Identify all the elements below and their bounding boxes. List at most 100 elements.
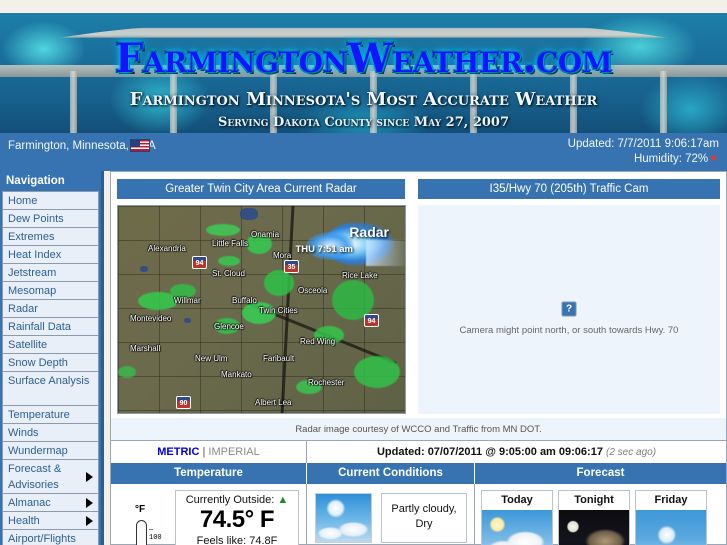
sidebar-item-label: Forecast & Advisories (8, 463, 62, 491)
sidebar-item-label: Satellite (8, 339, 48, 351)
radar-panel-title: Greater Twin City Area Current Radar (117, 179, 405, 199)
sidebar-item-label: Heat Index (8, 249, 62, 261)
top-panels-row: Greater Twin City Area Current Radar Rad… (111, 172, 726, 414)
unit-toggle-row: METRIC | IMPERIAL Updated: 07/07/2011 @ … (111, 440, 726, 463)
highway-shield-icon: 94 (364, 314, 379, 327)
data-updated-ago: (2 sec ago) (606, 447, 657, 458)
current-temperature-box: Currently Outside: ▲ 74.5° F Feels like:… (175, 490, 299, 545)
traffic-cam-body: ? Camera might point north, or south tow… (418, 205, 720, 414)
up-arrow-icon: ▲ (277, 494, 289, 506)
radar-city-label: Mora (273, 251, 292, 260)
radar-city-label: Marshall (130, 344, 161, 353)
sidebar-item-health[interactable]: Health (2, 511, 99, 529)
site-logo[interactable]: FarmingtonWeather.com (0, 35, 727, 82)
imperial-link[interactable]: IMPERIAL (208, 446, 259, 458)
radar-city-label: Alexandria (148, 244, 186, 253)
sidebar-item-label: Mesomap (8, 285, 57, 297)
sidebar-item-winds[interactable]: Winds (2, 423, 99, 441)
forecast-column[interactable]: Today (481, 490, 553, 545)
sidebar-item-label: Wundermap (8, 445, 68, 457)
sidebar-item-jetstream[interactable]: Jetstream (2, 263, 99, 281)
unit-toggle: METRIC | IMPERIAL (111, 441, 307, 463)
sidebar-item-dew-points[interactable]: Dew Points (2, 209, 99, 227)
highway-shield-number: 94 (195, 260, 204, 267)
sidebar-item-wundermap[interactable]: Wundermap (2, 441, 99, 459)
highway-shield-number: 90 (179, 400, 188, 407)
forecast-column[interactable]: Tonight (558, 490, 630, 545)
sidebar-item-label: Jetstream (8, 267, 57, 279)
radar-city-label: Twin Cities (259, 306, 298, 315)
radar-map-image[interactable]: Radar THU 7:51 am Alexandria Little Falls… (117, 205, 406, 414)
mostly-cloudy-icon (482, 510, 552, 545)
forecast-day-label: Today (501, 494, 533, 506)
sidebar-item-rainfall-data[interactable]: Rainfall Data (2, 317, 99, 335)
unit-separator: | (202, 446, 206, 458)
sidebar-item-temperature[interactable]: Temperature (2, 405, 99, 423)
thermometer-tick-100: 100 (149, 534, 162, 542)
humidity-value: Humidity: 72% (633, 153, 709, 165)
thermometer-ticks: — 100 ——— (149, 526, 162, 545)
sidebar-item-surface-analysis[interactable]: Surface Analysis (2, 371, 99, 405)
sidebar-item-airport-flights[interactable]: Airport/Flights (2, 529, 99, 545)
radar-city-label: Buffalo (232, 296, 257, 305)
radar-city-label: Rice Lake (342, 271, 378, 280)
sidebar-item-satellite[interactable]: Satellite (2, 335, 99, 353)
main-content: Greater Twin City Area Current Radar Rad… (110, 171, 727, 545)
forecast-column[interactable]: Friday (635, 490, 707, 545)
sidebar-item-forecast-advisories[interactable]: Forecast & Advisories (2, 459, 99, 493)
chevron-right-icon (86, 497, 93, 508)
feels-like-value: Feels like: 74.8F (196, 535, 278, 545)
radar-overlay-time: THU 7:51 am (295, 244, 353, 255)
sidebar-item-label: Home (8, 195, 38, 207)
broken-image-icon[interactable]: ? (561, 301, 577, 317)
chevron-right-icon (86, 515, 93, 526)
sidebar-item-label: Winds (8, 427, 39, 439)
sidebar-item-label: Airport/Flights (8, 533, 76, 545)
radar-city-label: St. Cloud (212, 269, 245, 278)
us-flag-icon (130, 139, 150, 152)
radar-image-wrap: Radar THU 7:51 am Alexandria Little Falls… (111, 199, 411, 414)
sidebar-item-label: Surface Analysis (8, 375, 90, 387)
top-info-bar: Farmington, Minnesota, USA Updated: 7/7/… (0, 133, 727, 171)
humidity-readout: Humidity: 72%▼ (568, 152, 719, 167)
sidebar-item-label: Temperature (8, 409, 70, 421)
radar-city-label: Faribault (263, 354, 295, 363)
radar-city-label: Little Falls (212, 239, 249, 248)
thermometer-tube (136, 520, 147, 545)
sidebar-item-label: Snow Depth (8, 357, 68, 369)
lake-shape (184, 318, 191, 323)
sidebar-item-radar[interactable]: Radar (2, 299, 99, 317)
forecast-day-label: Friday (654, 494, 688, 506)
temperature-cell: °F — 100 ——— Currently Outside: ▲ 74.5° … (111, 484, 307, 545)
column-header-temperature: Temperature (111, 463, 307, 484)
traffic-cam-note: Camera might point north, or south towar… (459, 325, 679, 336)
update-status-block: Updated: 7/7/2011 9:06:17am Humidity: 72… (568, 137, 719, 167)
site-banner: FarmingtonWeather.com Farmington Minneso… (0, 13, 727, 133)
forecast-columns: Today Tonight Friday (481, 490, 707, 545)
radar-city-label: Red Wing (300, 337, 336, 346)
sidebar-item-almanac[interactable]: Almanac (2, 493, 99, 511)
chevron-right-icon (86, 471, 93, 482)
radar-city-label: Willmar (174, 296, 201, 305)
sidebar-item-mesomap[interactable]: Mesomap (2, 281, 99, 299)
sidebar-item-snow-depth[interactable]: Snow Depth (2, 353, 99, 371)
radar-city-label: Rochester (308, 378, 345, 387)
radar-city-label: Albert Lea (255, 398, 292, 407)
navigation-list: Home Dew Points Extremes Heat Index Jetstrea… (0, 191, 101, 545)
metric-link[interactable]: METRIC (157, 446, 199, 458)
highway-shield-icon: 35 (284, 260, 299, 273)
data-updated-row: Updated: 07/07/2011 @ 9:05:00 am 09:06:1… (307, 441, 726, 463)
forecast-day-label: Tonight (574, 494, 614, 506)
sidebar-item-label: Health (8, 515, 40, 527)
site-serving-since: Serving Dakota County since May 27, 2007 (217, 115, 510, 130)
column-header-forecast: Forecast (475, 463, 726, 484)
highway-shield-number: 94 (367, 318, 376, 325)
traffic-cam-panel: I35/Hwy 70 (205th) Traffic Cam ? Camera … (411, 172, 726, 414)
navigation-sidebar: Navigation Home Dew Points Extremes Heat In… (0, 171, 104, 545)
sunny-icon (636, 510, 706, 545)
sidebar-item-heat-index[interactable]: Heat Index (2, 245, 99, 263)
lake-shape (240, 208, 258, 220)
sidebar-item-home[interactable]: Home (2, 191, 99, 209)
sidebar-item-extremes[interactable]: Extremes (2, 227, 99, 245)
updated-timestamp: Updated: 7/7/2011 9:06:17am (567, 138, 719, 150)
